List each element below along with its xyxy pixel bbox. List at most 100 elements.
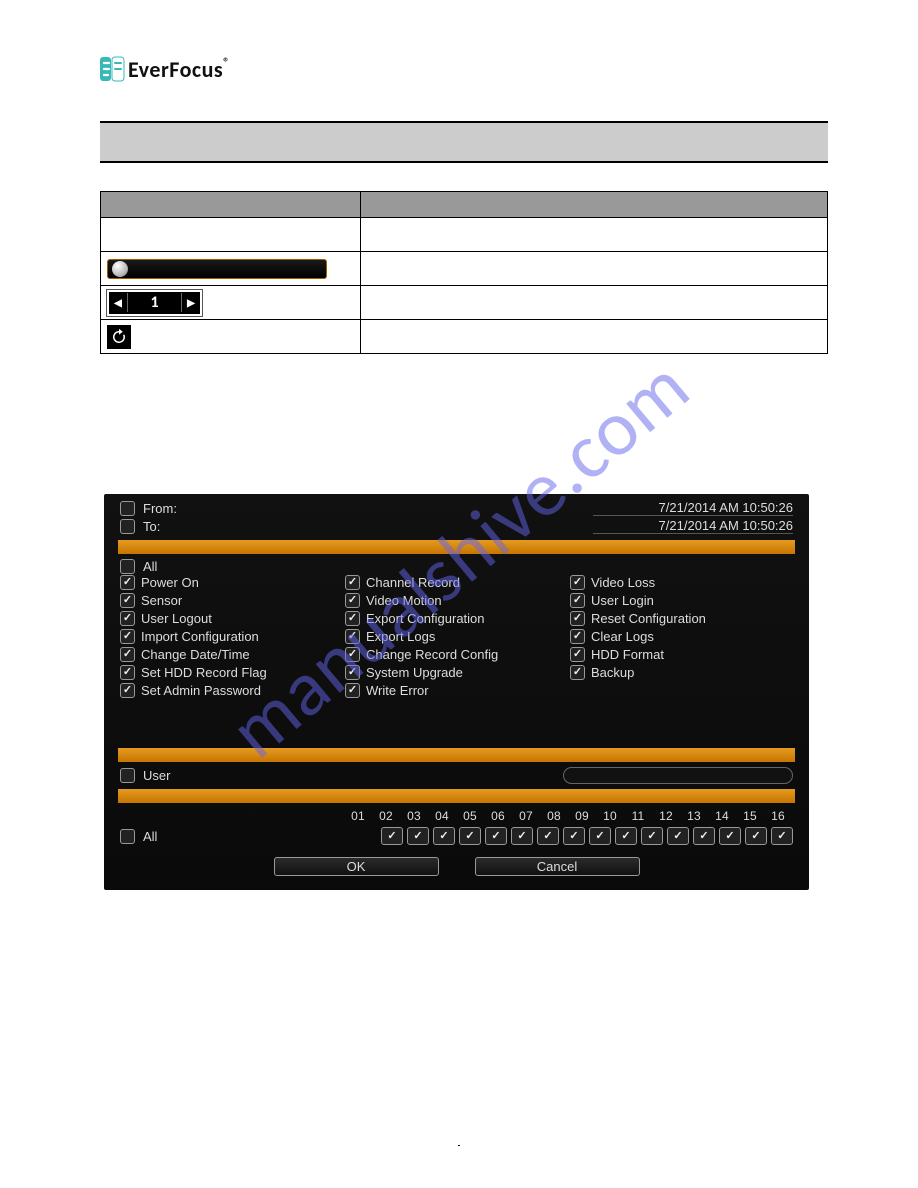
event-checkbox[interactable] [345,575,360,590]
event-checkbox[interactable] [120,629,135,644]
to-label: To: [143,519,160,534]
event-checkbox[interactable] [120,647,135,662]
controls-table: ◀ 1 ▶ [100,191,828,354]
event-label: Export Logs [366,629,435,644]
stepper-left-icon[interactable]: ◀ [109,296,127,309]
brand-logo: EverFocus® [100,55,828,83]
event-label: User Login [591,593,654,608]
log-filter-dialog: From: 7/21/2014 AM 10:50:26 To: 7/21/201… [104,494,809,890]
channel-checkbox[interactable] [641,827,663,845]
refresh-icon [110,328,128,346]
divider-bar [118,789,795,803]
stepper-right-icon[interactable]: ▶ [182,296,200,309]
table-cell [361,320,828,354]
from-row: From: 7/21/2014 AM 10:50:26 [118,500,795,518]
logo-mark-icon [100,55,124,83]
user-input[interactable] [563,767,793,784]
event-label: Sensor [141,593,182,608]
event-label: Reset Configuration [591,611,706,626]
channel-checkbox[interactable] [485,827,507,845]
dialog-buttons: OK Cancel [118,857,795,876]
event-checkbox[interactable] [570,647,585,662]
cancel-button[interactable]: Cancel [475,857,640,876]
channel-checkbox[interactable] [459,827,481,845]
event-label: System Upgrade [366,665,463,680]
all-events-checkbox[interactable] [120,559,135,574]
channel-checkbox-row [381,827,793,845]
channel-checkbox[interactable] [381,827,403,845]
section-heading-bar [100,121,828,163]
divider-bar [118,540,795,554]
event-checkbox[interactable] [345,629,360,644]
event-label: User Logout [141,611,212,626]
channel-checkbox[interactable] [511,827,533,845]
stepper-control[interactable]: ◀ 1 ▶ [107,290,202,316]
to-checkbox[interactable] [120,519,135,534]
channel-checkbox[interactable] [615,827,637,845]
divider-bar [118,748,795,762]
event-checkbox[interactable] [120,575,135,590]
channel-checkbox[interactable] [745,827,767,845]
event-checkbox[interactable] [570,629,585,644]
all-events-label: All [143,559,157,574]
all-channels-label: All [143,829,157,844]
event-label: Power On [141,575,199,590]
event-checkbox[interactable] [120,593,135,608]
from-value[interactable]: 7/21/2014 AM 10:50:26 [593,500,793,516]
event-checkbox[interactable] [120,665,135,680]
event-label: HDD Format [591,647,664,662]
channel-checkbox[interactable] [667,827,689,845]
event-checkbox[interactable] [120,611,135,626]
channel-header: 01020304 05060708 09101112 13141516 [120,809,793,823]
channel-checkbox[interactable] [563,827,585,845]
ok-button[interactable]: OK [274,857,439,876]
event-label: Change Record Config [366,647,498,662]
event-checkbox[interactable] [120,683,135,698]
event-checkbox[interactable] [345,611,360,626]
event-label: Set Admin Password [141,683,261,698]
to-value[interactable]: 7/21/2014 AM 10:50:26 [593,518,793,534]
table-header-left [101,192,361,218]
event-label: Video Loss [591,575,655,590]
channel-checkbox[interactable] [693,827,715,845]
user-label: User [143,768,170,783]
event-checkbox[interactable] [345,665,360,680]
channel-checkbox[interactable] [433,827,455,845]
event-checkbox[interactable] [345,683,360,698]
all-events-row: All [118,558,795,575]
refresh-button[interactable] [107,325,131,349]
event-checkbox[interactable] [345,647,360,662]
event-checkbox[interactable] [570,665,585,680]
brand-name: EverFocus® [128,56,230,83]
event-label: Set HDD Record Flag [141,665,267,680]
event-label: Backup [591,665,634,680]
from-label: From: [143,501,177,516]
from-checkbox[interactable] [120,501,135,516]
event-label: Change Date/Time [141,647,250,662]
user-filter-row: User [118,766,795,785]
event-label: Write Error [366,683,429,698]
event-checkbox[interactable] [345,593,360,608]
event-checkbox[interactable] [570,575,585,590]
table-cell [361,252,828,286]
channel-checkbox[interactable] [407,827,429,845]
event-label: Export Configuration [366,611,485,626]
table-cell [101,218,361,252]
event-label: Video Motion [366,593,442,608]
user-checkbox[interactable] [120,768,135,783]
event-grid: Power On Channel Record Video Loss Senso… [118,575,795,702]
channel-section: 01020304 05060708 09101112 13141516 All [118,807,795,849]
table-header-right [361,192,828,218]
channel-checkbox[interactable] [537,827,559,845]
refresh-cell [101,320,361,354]
channel-checkbox[interactable] [589,827,611,845]
event-label: Import Configuration [141,629,259,644]
event-checkbox[interactable] [570,611,585,626]
all-channels-checkbox[interactable] [120,829,135,844]
slider-control[interactable] [107,259,327,279]
stepper-value: 1 [127,293,182,312]
event-checkbox[interactable] [570,593,585,608]
slider-knob-icon[interactable] [112,261,128,277]
channel-checkbox[interactable] [771,827,793,845]
channel-checkbox[interactable] [719,827,741,845]
